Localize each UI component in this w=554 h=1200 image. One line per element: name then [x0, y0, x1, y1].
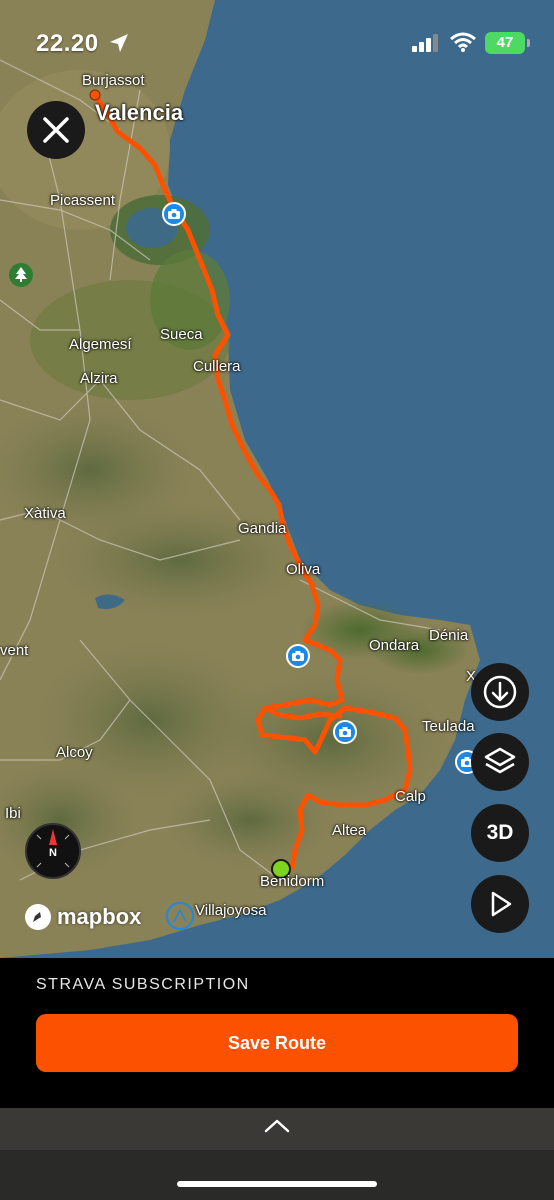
place-label-gandia: Gandia	[238, 520, 287, 537]
3d-view-button[interactable]: 3D	[471, 804, 529, 862]
place-label-ondara: Ondara	[369, 637, 420, 654]
place-label-teulada: Teulada	[422, 718, 475, 735]
photo-marker-icon[interactable]	[333, 720, 357, 744]
close-icon	[43, 117, 69, 143]
battery-tip	[527, 39, 530, 47]
cellular-signal-icon	[412, 34, 438, 52]
play-flyover-button[interactable]	[471, 875, 529, 933]
place-label-benidorm: Benidorm	[260, 873, 325, 890]
location-arrow-icon	[110, 34, 128, 52]
place-label-xativa: Xàtiva	[24, 505, 66, 522]
mapbox-logo-text: mapbox	[57, 904, 142, 929]
place-label-ibi: Ibi	[5, 805, 21, 822]
place-label-altea: Altea	[332, 822, 367, 839]
place-label-picassent: Picassent	[50, 192, 116, 209]
place-label-alzira: Alzira	[80, 370, 118, 387]
place-label-denia: Dénia	[429, 627, 469, 644]
park-tree-icon[interactable]	[8, 262, 34, 288]
place-label-oliva: Oliva	[286, 561, 321, 578]
place-label-villajoyosa: Villajoyosa	[195, 902, 267, 919]
play-icon	[491, 891, 512, 917]
layers-icon	[484, 747, 516, 774]
chevron-up-icon[interactable]	[263, 1118, 291, 1134]
route-map[interactable]: Burjassot Valencia Picassent Sueca Algem…	[0, 0, 554, 958]
photo-marker-icon[interactable]	[286, 644, 310, 668]
wifi-icon	[450, 32, 476, 52]
status-bar: 22.20 47	[0, 0, 554, 90]
battery-level: 47	[496, 34, 514, 51]
photo-marker-icon[interactable]	[162, 202, 186, 226]
subscription-label: STRAVA SUBSCRIPTION	[36, 976, 250, 993]
mapbox-attribution[interactable]: mapbox	[24, 903, 141, 931]
3d-view-label: 3D	[486, 821, 514, 844]
download-icon	[483, 675, 517, 709]
status-time: 22.20	[36, 30, 99, 57]
compass-button[interactable]: N	[25, 823, 81, 879]
place-label-alcoy: Alcoy	[56, 744, 93, 761]
battery-indicator: 47	[485, 32, 525, 54]
home-indicator-area	[0, 1150, 554, 1200]
save-route-button[interactable]: Save Route	[36, 1014, 518, 1072]
place-label-ontinyent: vent	[0, 642, 29, 659]
place-label-cullera: Cullera	[193, 358, 241, 375]
place-label-algemesi: Algemesí	[69, 336, 132, 353]
place-label-calp: Calp	[395, 788, 426, 805]
mapbox-logo-icon	[25, 904, 51, 930]
close-button[interactable]	[27, 101, 85, 159]
place-label-valencia: Valencia	[95, 100, 184, 125]
compass-north-label: N	[49, 847, 57, 859]
home-indicator[interactable]	[177, 1181, 377, 1187]
map-layers-button[interactable]	[471, 733, 529, 791]
download-button[interactable]	[471, 663, 529, 721]
location-ring-icon	[166, 902, 194, 930]
place-label-sueca: Sueca	[160, 326, 203, 343]
